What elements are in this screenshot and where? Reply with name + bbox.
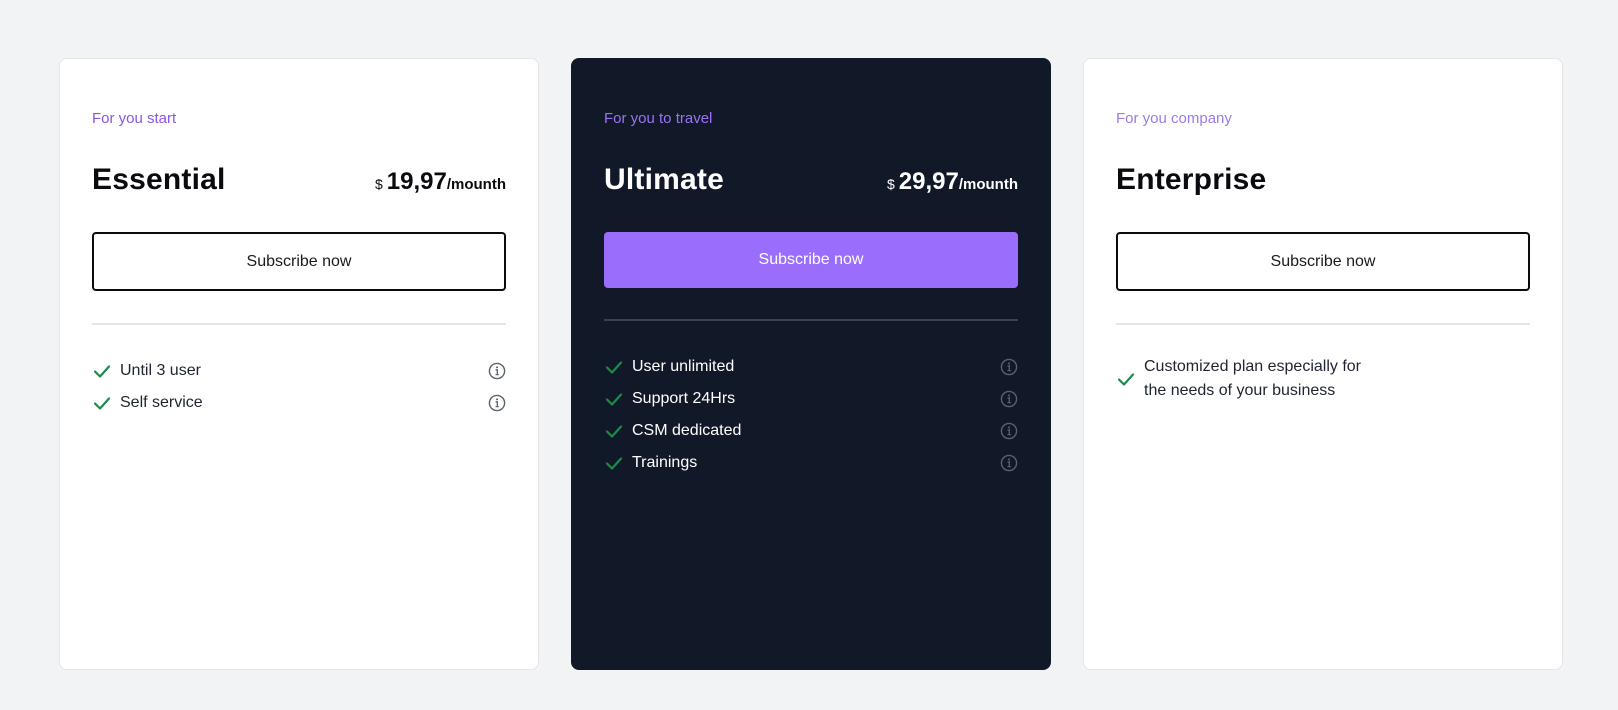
plan-name: Ultimate bbox=[604, 163, 724, 196]
check-icon bbox=[604, 389, 624, 409]
plan-header: Ultimate $ 29,97 /mounth bbox=[604, 163, 1018, 197]
check-icon bbox=[92, 361, 112, 381]
price-amount: 19,97 bbox=[386, 168, 447, 195]
plan-header: Enterprise bbox=[1116, 163, 1530, 197]
feature-label: Trainings bbox=[632, 454, 698, 471]
feature-item: CSM dedicated bbox=[604, 415, 1018, 447]
info-icon[interactable] bbox=[1000, 358, 1018, 376]
info-icon[interactable] bbox=[1000, 390, 1018, 408]
subscribe-button[interactable]: Subscribe now bbox=[1116, 232, 1530, 291]
feature-item: User unlimited bbox=[604, 351, 1018, 383]
plan-name: Essential bbox=[92, 163, 226, 196]
check-icon bbox=[604, 357, 624, 377]
feature-item: Self service bbox=[92, 387, 506, 419]
plan-tagline: For you company bbox=[1116, 110, 1232, 127]
pricing-section: For you start Essential $ 19,97 /mounth … bbox=[0, 0, 1618, 710]
plan-tagline: For you start bbox=[92, 110, 177, 127]
feature-list: Until 3 user Self service bbox=[92, 355, 506, 419]
feature-label: User unlimited bbox=[632, 358, 735, 375]
subscribe-button[interactable]: Subscribe now bbox=[604, 232, 1018, 288]
feature-item: Until 3 user bbox=[92, 355, 506, 387]
plan-tagline: For you to travel bbox=[604, 110, 713, 127]
divider bbox=[92, 323, 506, 325]
divider bbox=[604, 319, 1018, 321]
feature-label: Support 24Hrs bbox=[632, 390, 736, 407]
price-period: /mounth bbox=[446, 176, 506, 193]
feature-item: Customized plan especially for the needs… bbox=[1116, 355, 1530, 403]
feature-item: Support 24Hrs bbox=[604, 383, 1018, 415]
plan-name: Enterprise bbox=[1116, 163, 1267, 196]
check-icon bbox=[1116, 369, 1136, 389]
plan-price: $ 19,97 /mounth bbox=[375, 168, 506, 196]
feature-label: Self service bbox=[120, 394, 203, 411]
subscribe-button[interactable]: Subscribe now bbox=[92, 232, 506, 291]
divider bbox=[1116, 323, 1530, 325]
plan-card-essential: For you start Essential $ 19,97 /mounth … bbox=[59, 58, 539, 670]
feature-label: CSM dedicated bbox=[632, 422, 742, 439]
price-amount: 29,97 bbox=[898, 168, 959, 195]
check-icon bbox=[92, 393, 112, 413]
plan-card-enterprise: For you company Enterprise Subscribe now… bbox=[1083, 58, 1563, 670]
price-currency: $ bbox=[374, 176, 383, 192]
check-icon bbox=[604, 453, 624, 473]
info-icon[interactable] bbox=[1000, 454, 1018, 472]
price-period: /mounth bbox=[958, 176, 1018, 193]
plan-price: $ 29,97 /mounth bbox=[887, 168, 1018, 196]
feature-item: Trainings bbox=[604, 447, 1018, 479]
check-icon bbox=[604, 421, 624, 441]
info-icon[interactable] bbox=[488, 362, 506, 380]
feature-list: User unlimited Support 24Hrs CSM dedicat bbox=[604, 351, 1018, 479]
feature-label: Customized plan especially for the needs… bbox=[1144, 358, 1361, 399]
feature-list: Customized plan especially for the needs… bbox=[1116, 355, 1530, 403]
info-icon[interactable] bbox=[488, 394, 506, 412]
plan-header: Essential $ 19,97 /mounth bbox=[92, 163, 506, 197]
price-currency: $ bbox=[886, 176, 895, 192]
feature-label: Until 3 user bbox=[120, 362, 201, 379]
info-icon[interactable] bbox=[1000, 422, 1018, 440]
plan-card-ultimate: For you to travel Ultimate $ 29,97 /moun… bbox=[571, 58, 1051, 670]
